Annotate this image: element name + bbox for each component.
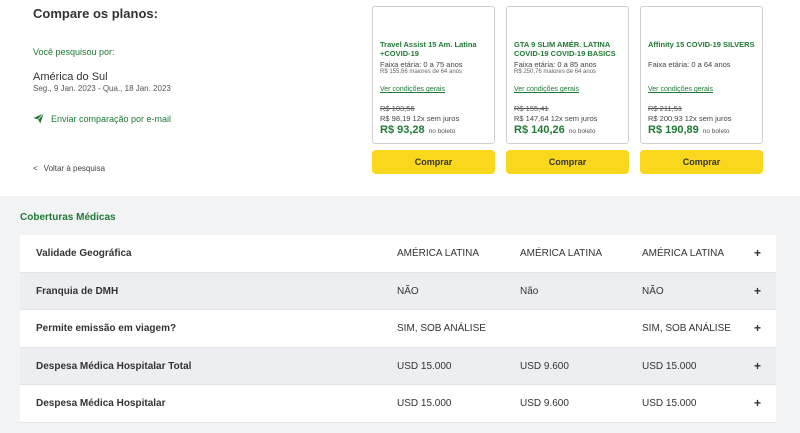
coverage-value-plan-2: USD 9.600 <box>520 398 569 409</box>
plan-name: GTA 9 SLIM AMÉR. LATINA COVID-19 COVID-1… <box>514 40 616 58</box>
coverage-value-plan-1: NÃO <box>397 285 419 297</box>
search-destination: América do Sul <box>33 71 108 83</box>
plan-installments: R$ 200,93 12x sem juros <box>648 114 732 123</box>
plan-boleto-label: no boleto <box>702 128 730 135</box>
plan-age-range: Faixa etária: 0 a 64 anos <box>648 60 731 69</box>
plan-conditions-link[interactable]: Ver condições gerais <box>648 86 713 93</box>
plan-price-line: R$ 190,89 no boleto <box>648 124 730 136</box>
buy-button-plan-2[interactable]: Comprar <box>506 150 629 174</box>
searched-label: Você pesquisou por: <box>33 47 115 57</box>
plan-card-1: Travel Assist 15 Am. Latina +COVID-19 Fa… <box>372 6 495 144</box>
plan-name: Travel Assist 15 Am. Latina +COVID-19 <box>380 40 477 58</box>
page-title: Compare os planos: <box>33 6 158 21</box>
plan-name: Affinity 15 COVID-19 SILVERS <box>648 40 755 49</box>
coverage-row[interactable]: Despesa Médica Hospitalar Total USD 15.0… <box>20 347 776 385</box>
coverage-section-title: Coberturas Médicas <box>20 212 116 223</box>
expand-plus-icon[interactable]: + <box>754 284 761 298</box>
coverage-row[interactable]: Permite emissão em viagem? SIM, SOB ANÁL… <box>20 310 776 348</box>
back-to-search-link[interactable]: < Voltar à pesquisa <box>33 164 105 173</box>
coverage-value-plan-3: AMÉRICA LATINA <box>642 248 725 259</box>
plan-age-range: Faixa etária: 0 a 75 anos <box>380 60 463 69</box>
expand-plus-icon[interactable]: + <box>754 321 761 335</box>
plan-old-price: R$ 103,56 <box>380 104 415 113</box>
plan-card-3: Affinity 15 COVID-19 SILVERS Faixa etári… <box>640 6 763 144</box>
buy-button-plan-1[interactable]: Comprar <box>372 150 495 174</box>
expand-plus-icon[interactable]: + <box>754 359 761 373</box>
coverage-value-plan-2: Não <box>520 285 539 297</box>
plan-card-2: GTA 9 SLIM AMÉR. LATINA COVID-19 COVID-1… <box>506 6 629 144</box>
coverage-row[interactable]: Franquia de DMH NÃO Não NÃO + <box>20 272 776 310</box>
plan-price: R$ 190,89 <box>648 124 699 136</box>
plan-old-price: R$ 211,51 <box>648 104 683 113</box>
coverage-label: Despesa Médica Hospitalar Total <box>36 360 192 372</box>
plan-price: R$ 140,26 <box>514 124 565 136</box>
coverage-value-plan-1: AMÉRICA LATINA <box>397 248 480 259</box>
plan-installments: R$ 98,19 12x sem juros <box>380 114 460 123</box>
coverage-row[interactable]: Validade Geográfica AMÉRICA LATINA AMÉRI… <box>20 235 776 273</box>
plan-conditions-link[interactable]: Ver condições gerais <box>514 86 579 93</box>
plan-conditions-link[interactable]: Ver condições gerais <box>380 86 445 93</box>
plan-installments: R$ 147,64 12x sem juros <box>514 114 598 123</box>
coverage-value-plan-2: USD 9.600 <box>520 360 569 372</box>
plan-old-price: R$ 155,41 <box>514 104 549 113</box>
coverage-value-plan-1: SIM, SOB ANÁLISE <box>397 323 486 334</box>
send-icon <box>33 113 44 124</box>
coverage-label: Despesa Médica Hospitalar <box>36 398 166 409</box>
coverage-label: Validade Geográfica <box>36 248 132 259</box>
email-comparison-link[interactable]: Enviar comparação por e-mail <box>33 113 171 124</box>
expand-plus-icon[interactable]: + <box>754 246 761 260</box>
plan-boleto-label: no boleto <box>568 128 596 135</box>
coverage-value-plan-2: AMÉRICA LATINA <box>520 248 603 259</box>
plan-price-line: R$ 93,28 no boleto <box>380 124 455 136</box>
email-comparison-label: Enviar comparação por e-mail <box>51 113 172 124</box>
expand-plus-icon[interactable]: + <box>754 396 761 410</box>
coverage-table: Validade Geográfica AMÉRICA LATINA AMÉRI… <box>20 235 776 423</box>
plan-price-line: R$ 140,26 no boleto <box>514 124 596 136</box>
coverage-value-plan-3: SIM, SOB ANÁLISE <box>642 323 731 334</box>
plan-age-range: Faixa etária: 0 a 85 anos <box>514 60 597 69</box>
coverage-value-plan-3: USD 15.000 <box>642 398 697 409</box>
coverage-value-plan-1: USD 15.000 <box>397 398 452 409</box>
search-dates: Seg., 9 Jan. 2023 - Qua., 18 Jan. 2023 <box>33 84 171 93</box>
chevron-left-icon: < <box>33 164 38 173</box>
plan-older-price: R$ 155,66 maiores de 64 anos <box>380 69 463 75</box>
coverage-value-plan-1: USD 15.000 <box>397 360 452 372</box>
plan-price: R$ 93,28 <box>380 124 425 136</box>
coverage-value-plan-3: NÃO <box>642 285 664 297</box>
coverage-label: Permite emissão em viagem? <box>36 323 177 334</box>
coverage-label: Franquia de DMH <box>36 285 119 297</box>
plan-older-price: R$ 250,76 maiores de 64 anos <box>514 69 597 75</box>
plan-boleto-label: no boleto <box>428 128 456 135</box>
coverage-row[interactable]: Despesa Médica Hospitalar USD 15.000 USD… <box>20 385 776 423</box>
coverage-value-plan-3: USD 15.000 <box>642 360 697 372</box>
compare-header: Compare os planos: Você pesquisou por: A… <box>0 0 800 196</box>
back-to-search-label: Voltar à pesquisa <box>43 164 106 173</box>
buy-button-plan-3[interactable]: Comprar <box>640 150 763 174</box>
